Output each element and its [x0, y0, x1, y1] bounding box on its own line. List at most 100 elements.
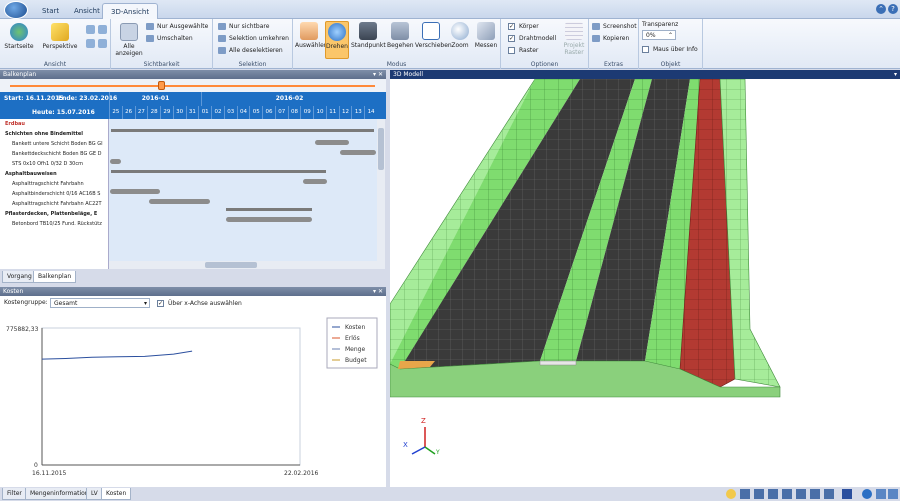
- begehen-button[interactable]: Begehen: [387, 22, 414, 49]
- nur-ausgewaehlte-button[interactable]: Nur Ausgewählte: [146, 22, 208, 31]
- close-icon[interactable]: ▾ ✕: [373, 70, 383, 79]
- alle-deselektieren-button[interactable]: Alle deselektieren: [218, 46, 283, 55]
- close-icon[interactable]: ▾ ✕: [373, 287, 383, 296]
- app-logo-icon[interactable]: [4, 1, 28, 19]
- startseite-button[interactable]: Startseite: [4, 23, 34, 50]
- gantt-horizontal-scroll-thumb[interactable]: [205, 262, 257, 268]
- spinner-icon[interactable]: ⌃: [668, 31, 673, 40]
- time-slider-track[interactable]: [10, 85, 375, 87]
- gantt-task-row[interactable]: STS 0x10 Ofh1 0/32 D 30cm: [0, 159, 109, 169]
- drahtmodell-checkbox[interactable]: ✓ Drahtmodell: [508, 34, 556, 43]
- tab-3d-ansicht[interactable]: 3D-Ansicht: [102, 3, 159, 19]
- export-icon[interactable]: [888, 489, 898, 499]
- nur-sichtbare-button[interactable]: Nur sichtbare: [218, 22, 269, 31]
- gantt-group-row[interactable]: Asphaltbauweisen: [0, 169, 109, 179]
- road-3d-model: [390, 79, 781, 455]
- gantt-group-row[interactable]: Erdbau: [0, 119, 109, 129]
- gantt-task-bar[interactable]: [149, 199, 210, 204]
- perspektive-button[interactable]: Perspektive: [42, 23, 78, 50]
- gantt-summary-bar[interactable]: [226, 208, 312, 211]
- projekt-raster-button[interactable]: Projekt Raster: [561, 22, 587, 56]
- view-right-icon[interactable]: [782, 489, 792, 499]
- gantt-task-bar[interactable]: [110, 159, 121, 164]
- gantt-task-bar[interactable]: [226, 217, 312, 222]
- group-modus: Auswählen Drehen Standpunkt Begehen Vers…: [293, 19, 501, 69]
- info-icon[interactable]: [862, 489, 872, 499]
- zoom-out-icon[interactable]: [98, 25, 107, 34]
- tab-vorgang[interactable]: Vorgang: [2, 271, 37, 283]
- tab-mengeninformation[interactable]: Mengeninformation: [25, 488, 94, 500]
- group-optionen: ✓ Körper ✓ Drahtmodell Raster Projekt Rast…: [501, 19, 589, 69]
- projekt-raster-label: Projekt Raster: [563, 42, 585, 56]
- view3d-statusbar: [390, 487, 900, 501]
- kostengruppe-select[interactable]: Gesamt ▾: [50, 298, 150, 308]
- view3d-canvas[interactable]: Z X Y: [390, 79, 900, 487]
- koerper-checkbox[interactable]: ✓ Körper: [508, 22, 539, 31]
- tab-balkenplan[interactable]: Balkenplan: [33, 271, 77, 283]
- group-sichtbarkeit: Alle anzeigen Nur Ausgewählte Umschalten…: [111, 19, 213, 69]
- gantt-group-row[interactable]: Pflasterdecken, Plattenbeläge, E: [0, 209, 109, 219]
- view-iso-icon[interactable]: [824, 489, 834, 499]
- time-slider-handle[interactable]: [158, 81, 165, 90]
- group-title-optionen: Optionen: [530, 61, 559, 68]
- gantt-summary-bar[interactable]: [111, 129, 374, 132]
- tab-kosten[interactable]: Kosten: [101, 488, 132, 500]
- alle-anzeigen-button[interactable]: Alle anzeigen: [115, 23, 143, 57]
- gantt-task-row[interactable]: Asphalttragschicht Fahrbahn AC22T: [0, 199, 109, 209]
- gantt-group-row[interactable]: Schichten ohne Bindemittel: [0, 129, 109, 139]
- tab-start[interactable]: Start: [34, 3, 67, 19]
- view-back-icon[interactable]: [754, 489, 764, 499]
- gantt-task-row[interactable]: Asphalttragschicht Fahrbahn: [0, 179, 109, 189]
- dropdown-icon[interactable]: ▾: [894, 70, 897, 79]
- standpunkt-button[interactable]: Standpunkt: [351, 22, 386, 49]
- print-icon[interactable]: [876, 489, 886, 499]
- view-left-icon[interactable]: [768, 489, 778, 499]
- verschieben-button[interactable]: Verschieben: [415, 22, 452, 49]
- gantt-task-row[interactable]: Betonbord TB10/25 Fund. Rückstütz: [0, 219, 109, 229]
- zoom-fit-icon[interactable]: [86, 39, 95, 48]
- group-title-modus: Modus: [386, 61, 407, 68]
- gantt-day-cell: 08: [287, 106, 301, 119]
- zoom-in-icon[interactable]: [86, 25, 95, 34]
- gantt-day-cell: 11: [325, 106, 339, 119]
- gantt-day-cell: 12: [338, 106, 352, 119]
- grid-view-icon[interactable]: [842, 489, 852, 499]
- zoom-window-icon[interactable]: [98, 39, 107, 48]
- ueber-x-achse-checkbox[interactable]: ✓ Über x-Achse auswählen: [157, 299, 242, 308]
- lightbulb-icon[interactable]: [726, 489, 736, 499]
- gantt-task-bar[interactable]: [303, 179, 327, 184]
- gantt-task-row[interactable]: Bankettdeckschicht Boden BG GE D: [0, 149, 109, 159]
- gantt-task-bar[interactable]: [315, 140, 349, 145]
- cost-chart: 775882,33 016.11.2015 22.02.2016 Kosten Erlö…: [6, 317, 378, 477]
- gantt-task-row[interactable]: Asphaltbinderschicht 0/16 AC16B S: [0, 189, 109, 199]
- view-top-icon[interactable]: [796, 489, 806, 499]
- gantt-summary-bar[interactable]: [111, 170, 326, 173]
- gantt-task-bar[interactable]: [110, 189, 160, 194]
- gantt-task-bar[interactable]: [340, 150, 376, 155]
- messen-button[interactable]: Messen: [473, 22, 499, 49]
- view-front-icon[interactable]: [740, 489, 750, 499]
- gantt-day-cell: 26: [121, 106, 135, 119]
- transparenz-input[interactable]: 0% ⌃: [642, 30, 676, 40]
- zoom-button[interactable]: Zoom: [449, 22, 471, 49]
- gantt-day-cell: 29: [160, 106, 173, 119]
- view-bottom-icon[interactable]: [810, 489, 820, 499]
- umschalten-button[interactable]: Umschalten: [146, 34, 193, 43]
- x-tick-label: 22.02.2016: [284, 470, 319, 477]
- kopieren-button[interactable]: Kopieren: [592, 34, 629, 43]
- raster-checkbox[interactable]: Raster: [508, 46, 538, 55]
- gantt-vertical-scroll-thumb[interactable]: [378, 128, 384, 170]
- drehen-button[interactable]: Drehen: [325, 21, 349, 59]
- plot-area: [41, 327, 301, 466]
- maus-ueber-info-checkbox[interactable]: Maus über Info: [642, 45, 698, 54]
- gantt-day-cell: 31: [185, 106, 199, 119]
- screenshot-button[interactable]: Screenshot: [592, 22, 637, 31]
- tab-filter[interactable]: Filter: [2, 488, 27, 500]
- legend-label-0: Kosten: [345, 324, 365, 331]
- selektion-umkehren-button[interactable]: Selektion umkehren: [218, 34, 289, 43]
- maus-ueber-info-label: Maus über Info: [653, 46, 698, 53]
- gantt-task-row[interactable]: Bankett untere Schicht Boden BG GI: [0, 139, 109, 149]
- help-icon[interactable]: ?: [888, 4, 898, 14]
- auswaehlen-button[interactable]: Auswählen: [295, 22, 328, 49]
- minimize-icon[interactable]: ⌃: [876, 4, 886, 14]
